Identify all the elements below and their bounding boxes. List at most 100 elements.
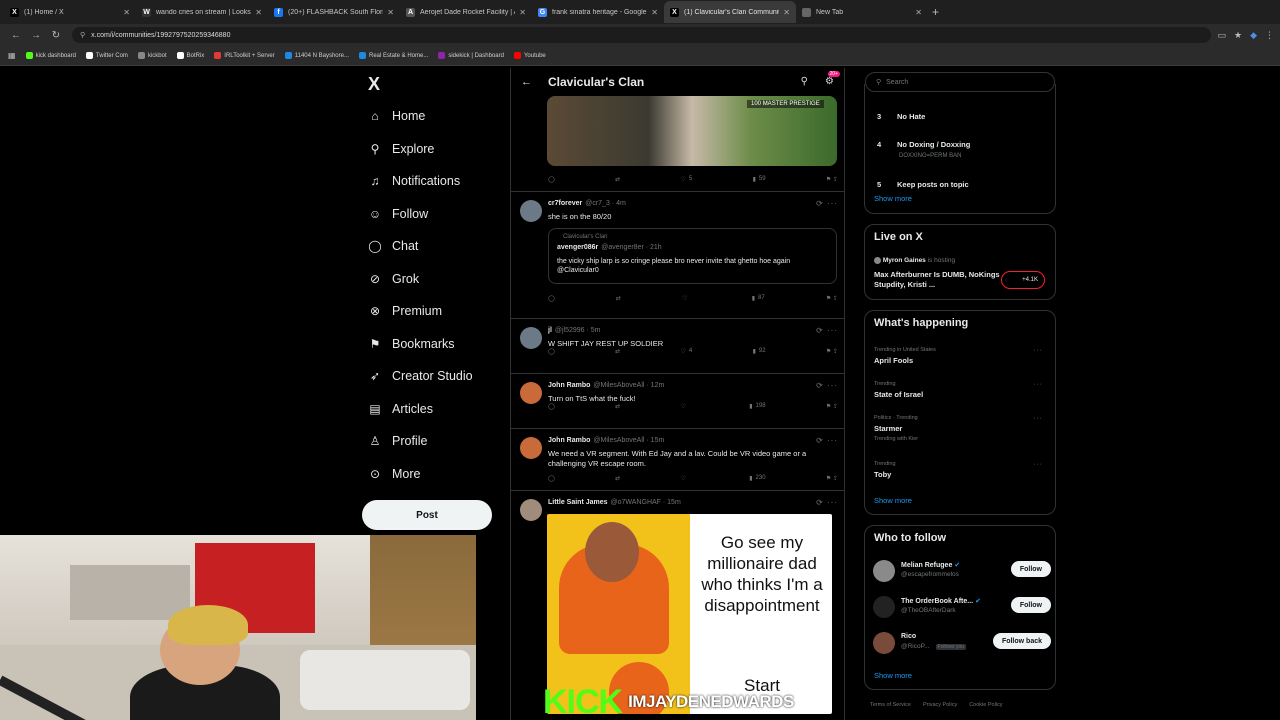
repost-icon[interactable]: ⇄ bbox=[615, 174, 620, 184]
bookmark-star-icon[interactable]: ★ bbox=[1234, 30, 1242, 41]
bookmark-share-icons[interactable]: ⚑ ⇪ bbox=[826, 346, 838, 356]
reply-icon[interactable]: ◯ bbox=[548, 346, 555, 356]
follow-button[interactable]: Follow bbox=[1010, 597, 1051, 613]
who-to-follow-account[interactable]: Melian Refugee ✔ @escapefrommelos Follow bbox=[873, 558, 1051, 584]
who-to-follow-show-more[interactable]: Show more bbox=[874, 671, 912, 680]
tweet-media-image[interactable]: 100 MASTER PRESTIGE bbox=[547, 96, 837, 166]
repost-icon[interactable]: ⇄ bbox=[615, 346, 620, 356]
browser-tab[interactable]: f (20+) FLASHBACK South Florida ✕ bbox=[268, 1, 400, 23]
nav-item-grok[interactable]: ⊘ Grok bbox=[368, 267, 419, 291]
bookmark-share-icons[interactable]: ⚑ ⇪ bbox=[826, 401, 838, 411]
account-avatar[interactable] bbox=[873, 632, 895, 654]
like-button[interactable]: ♡ bbox=[680, 473, 688, 483]
bookmark-item[interactable]: Real Estate & Home... bbox=[358, 52, 428, 59]
browser-tab[interactable]: X (1) Clavicular's Clan Community ✕ bbox=[664, 1, 796, 23]
footer-link[interactable]: Terms of Service bbox=[870, 702, 911, 708]
back-arrow-icon[interactable]: ← bbox=[521, 76, 532, 88]
nav-item-chat[interactable]: ◯ Chat bbox=[368, 234, 418, 258]
search-icon[interactable]: ⚲ bbox=[801, 76, 808, 87]
tweet-author-name[interactable]: jl bbox=[548, 327, 552, 334]
nav-item-home[interactable]: ⌂ Home bbox=[368, 104, 425, 128]
bookmark-item[interactable]: 11404 N Bayshore... bbox=[284, 52, 349, 59]
tab-close-icon[interactable]: ✕ bbox=[123, 8, 130, 17]
url-field[interactable]: ⚲ x.com/i/communities/199279752025934688… bbox=[72, 27, 1212, 43]
tweet[interactable]: John Rambo @MilesAboveAll · 15m ⟳ ··· We ne… bbox=[511, 429, 844, 491]
footer-link[interactable]: Privacy Policy bbox=[923, 702, 957, 708]
live-on-x-box[interactable]: Live on X Myron Gaines is hosting Max Af… bbox=[864, 224, 1056, 300]
x-logo-icon[interactable]: X bbox=[368, 74, 380, 95]
repost-icon[interactable]: ⇄ bbox=[615, 401, 620, 411]
browser-tab[interactable]: X (1) Home / X ✕ bbox=[4, 1, 136, 23]
views-button[interactable]: ▮ 198 bbox=[749, 401, 765, 411]
browser-tab[interactable]: New Tab ✕ bbox=[796, 1, 928, 23]
forward-arrow-icon[interactable]: → bbox=[26, 30, 46, 41]
nav-item-notifications[interactable]: ♫ Notifications bbox=[368, 169, 461, 193]
repost-icon[interactable]: ⇄ bbox=[616, 293, 621, 303]
browser-tab[interactable]: Wwando cries on stream | Looksmax ✕ bbox=[136, 1, 268, 23]
back-arrow-icon[interactable]: ← bbox=[6, 30, 26, 41]
live-listeners-pill[interactable]: +4.1K bbox=[1001, 271, 1045, 289]
trends-show-more[interactable]: Show more bbox=[874, 496, 912, 505]
nav-item-creator-studio[interactable]: ➶ Creator Studio bbox=[368, 364, 473, 388]
reply-icon[interactable]: ◯ bbox=[548, 473, 555, 483]
apps-grid-icon[interactable]: ▦ bbox=[8, 51, 16, 60]
reply-icon[interactable]: ◯ bbox=[548, 401, 555, 411]
trend-more-icon[interactable]: ··· bbox=[1033, 415, 1043, 422]
trend-more-icon[interactable]: ··· bbox=[1033, 347, 1043, 354]
like-button[interactable]: ♡ 5 bbox=[680, 174, 692, 184]
like-button[interactable]: ♡ bbox=[680, 401, 688, 411]
tweet-author-name[interactable]: John Rambo bbox=[548, 437, 590, 444]
browser-tab[interactable]: Gfrank sinatra heritage - Google ✕ bbox=[532, 1, 664, 23]
bookmark-item[interactable]: IRLToolkit + Server bbox=[214, 52, 275, 59]
browser-tab[interactable]: A Aerojet Dade Rocket Facility | A ✕ bbox=[400, 1, 532, 23]
like-button[interactable]: ♡ bbox=[682, 293, 690, 303]
reply-icon[interactable]: ◯ bbox=[548, 174, 555, 184]
tab-close-icon[interactable]: ✕ bbox=[783, 8, 790, 17]
tab-close-icon[interactable]: ✕ bbox=[519, 8, 526, 17]
nav-item-bookmarks[interactable]: ⚑ Bookmarks bbox=[368, 332, 455, 356]
account-avatar[interactable] bbox=[873, 560, 895, 582]
bookmark-share-icons[interactable]: ⚑ ⇪ bbox=[826, 174, 838, 184]
rules-show-more[interactable]: Show more bbox=[874, 194, 912, 203]
new-tab-button[interactable]: + bbox=[932, 5, 939, 19]
nav-item-explore[interactable]: ⚲ Explore bbox=[368, 137, 435, 161]
tweet[interactable]: cr7forever @cr7_3 · 4m ⟳ ··· she is on the … bbox=[511, 192, 844, 319]
tweet-more-icon[interactable]: ⟳ ··· bbox=[816, 326, 838, 335]
nav-item-premium[interactable]: ⊗ Premium bbox=[368, 299, 442, 323]
bookmark-item[interactable]: kick dashboard bbox=[25, 52, 76, 59]
reload-icon[interactable]: ↻ bbox=[46, 30, 66, 41]
bookmark-item[interactable]: Twitter Com bbox=[85, 52, 128, 59]
tweet[interactable]: jl @jl52996 · 5m ⟳ ··· W SHIFT JAY REST UP … bbox=[511, 319, 844, 374]
bookmark-item[interactable]: kickbot bbox=[137, 52, 167, 59]
views-button[interactable]: ▮ 92 bbox=[753, 346, 766, 356]
nav-item-more[interactable]: ⊙ More bbox=[368, 462, 421, 486]
tweet-author-name[interactable]: cr7forever bbox=[548, 200, 582, 207]
tweet-author-name[interactable]: Little Saint James bbox=[548, 499, 608, 506]
tweet-more-icon[interactable]: ⟳ ··· bbox=[816, 199, 838, 208]
footer-link[interactable]: Cookie Policy bbox=[969, 702, 1002, 708]
trend-name[interactable]: State of Israel bbox=[874, 390, 923, 399]
tab-close-icon[interactable]: ✕ bbox=[915, 8, 922, 17]
bookmark-share-icons[interactable]: ⚑ ⇪ bbox=[826, 293, 838, 303]
quoted-tweet[interactable]: Clavicular's Clan avenger086r @avenger8er … bbox=[548, 228, 837, 284]
extension-icon[interactable]: ◆ bbox=[1250, 30, 1257, 41]
trend-name[interactable]: Toby bbox=[874, 470, 891, 479]
bookmark-item[interactable]: Youtube bbox=[513, 52, 546, 59]
profile-menu-icon[interactable]: ⋮ bbox=[1265, 30, 1274, 41]
tweet[interactable]: John Rambo @MilesAboveAll · 12m ⟳ ··· Turn … bbox=[511, 374, 844, 429]
reply-icon[interactable]: ◯ bbox=[548, 293, 555, 303]
post-button[interactable]: Post bbox=[362, 500, 492, 530]
trend-more-icon[interactable]: ··· bbox=[1033, 461, 1043, 468]
tweet-avatar[interactable] bbox=[520, 327, 542, 349]
who-to-follow-account[interactable]: The OrderBook Afte... ✔ @TheOBAfterDark Fol… bbox=[873, 594, 1051, 620]
follow-button[interactable]: Follow back bbox=[992, 633, 1051, 649]
trend-name[interactable]: Starmer bbox=[874, 424, 902, 433]
notification-settings-icon[interactable]: ⚙ bbox=[825, 76, 834, 87]
who-to-follow-account[interactable]: Rico @RicoP... Follows you Follow back bbox=[873, 630, 1051, 656]
repost-icon[interactable]: ⇄ bbox=[615, 473, 620, 483]
bookmark-item[interactable]: sidekick | Dashboard bbox=[438, 52, 504, 59]
account-avatar[interactable] bbox=[873, 596, 895, 618]
trend-name[interactable]: April Fools bbox=[874, 356, 913, 365]
tweet-avatar[interactable] bbox=[520, 437, 542, 459]
tweet-avatar[interactable] bbox=[520, 499, 542, 521]
